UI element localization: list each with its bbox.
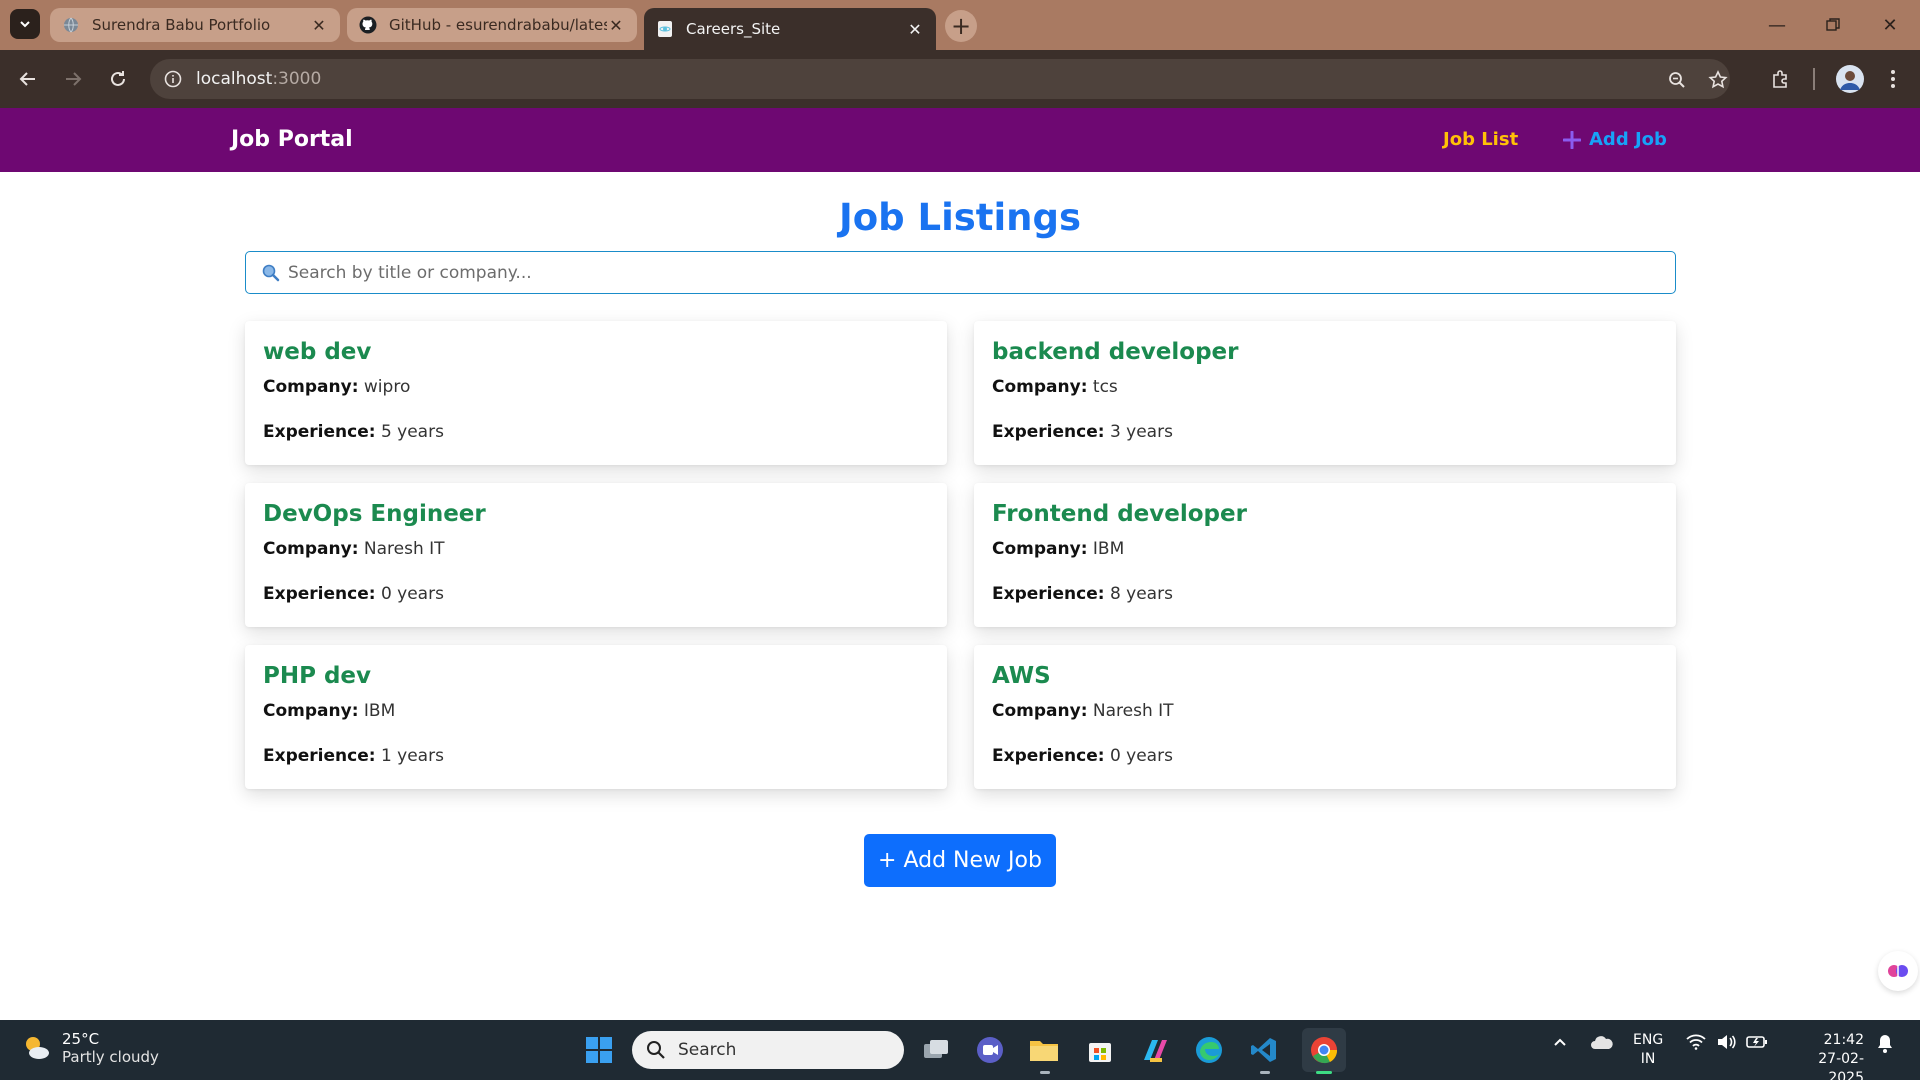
magnifier-icon [262, 264, 280, 282]
tab-careers-site[interactable]: Careers_Site ✕ [644, 8, 936, 50]
brand-logo-text[interactable]: Job Portal [231, 127, 353, 152]
job-card[interactable]: AWS Company: Naresh IT Experience: 0 yea… [974, 645, 1676, 789]
browser-toolbar: localhost:3000 [0, 50, 1920, 108]
volume-icon[interactable] [1716, 1034, 1736, 1050]
back-arrow-icon[interactable] [13, 64, 43, 94]
onedrive-cloud-icon[interactable] [1590, 1034, 1614, 1050]
close-icon[interactable]: ✕ [310, 16, 328, 35]
github-icon [359, 16, 377, 34]
vscode-icon[interactable] [1246, 1032, 1282, 1074]
job-card[interactable]: web dev Company: wipro Experience: 5 yea… [245, 321, 947, 465]
job-title[interactable]: DevOps Engineer [263, 501, 486, 527]
profile-avatar[interactable] [1833, 62, 1867, 96]
more-menu-icon[interactable] [1878, 64, 1908, 94]
job-card[interactable]: Frontend developer Company: IBM Experien… [974, 483, 1676, 627]
weather-temp: 25°C [62, 1030, 100, 1048]
close-window-icon[interactable]: ✕ [1870, 10, 1910, 40]
job-title[interactable]: PHP dev [263, 663, 371, 689]
running-indicator [1040, 1071, 1050, 1074]
edge-browser-icon[interactable] [1191, 1032, 1227, 1068]
microsoft-store-icon[interactable] [1082, 1032, 1118, 1068]
job-card[interactable]: backend developer Company: tcs Experienc… [974, 321, 1676, 465]
job-company: Company: Naresh IT [263, 539, 445, 559]
running-indicator [1260, 1071, 1270, 1074]
system-clock[interactable]: 21:42 27-02-2025 [1784, 1031, 1864, 1080]
job-title[interactable]: web dev [263, 339, 371, 365]
job-card[interactable]: PHP dev Company: IBM Experience: 1 years [245, 645, 947, 789]
active-indicator [1316, 1071, 1332, 1074]
minimize-icon[interactable]: — [1757, 10, 1797, 40]
toolbar-divider [1813, 68, 1815, 90]
weather-widget[interactable]: 25°C Partly cloudy [20, 1030, 159, 1066]
url-text[interactable]: localhost:3000 [196, 69, 321, 89]
taskbar-search-box[interactable]: Search [632, 1031, 904, 1069]
close-icon[interactable]: ✕ [607, 16, 625, 35]
add-new-job-button[interactable]: + Add New Job [864, 834, 1056, 887]
input-language-indicator[interactable]: ENG IN [1633, 1031, 1663, 1069]
new-tab-plus-icon[interactable]: + [945, 10, 977, 42]
react-page-icon [656, 20, 674, 38]
search-box[interactable] [245, 251, 1676, 294]
browser-tab-bar: Surendra Babu Portfolio ✕ GitHub - esure… [0, 0, 1920, 50]
clock-time: 21:42 [1823, 1032, 1864, 1048]
extensions-puzzle-icon[interactable] [1766, 64, 1796, 94]
chrome-icon[interactable] [1302, 1028, 1346, 1074]
job-company: Company: IBM [992, 539, 1125, 559]
close-icon[interactable]: ✕ [906, 20, 924, 39]
globe-icon [62, 16, 80, 34]
tab-search-chevron-icon[interactable] [10, 9, 40, 39]
page-title: Job Listings [838, 196, 1082, 239]
battery-charging-icon[interactable] [1746, 1034, 1768, 1050]
restore-icon[interactable] [1813, 10, 1853, 40]
job-company: Company: wipro [263, 377, 411, 397]
tab-title: Careers_Site [686, 20, 781, 38]
job-company: Company: Naresh IT [992, 701, 1174, 721]
job-experience: Experience: 1 years [263, 746, 444, 766]
job-company: Company: IBM [263, 701, 396, 721]
job-title[interactable]: backend developer [992, 339, 1239, 365]
job-experience: Experience: 3 years [992, 422, 1173, 442]
app-navbar: Job Portal Job List Add Job [0, 108, 1920, 172]
taskbar-search-label: Search [678, 1040, 737, 1060]
forward-arrow-icon[interactable] [58, 64, 88, 94]
address-bar[interactable]: localhost:3000 [150, 59, 1730, 99]
plus-icon [1563, 130, 1581, 149]
weather-condition: Partly cloudy [62, 1048, 159, 1066]
nav-job-list-link[interactable]: Job List [1443, 129, 1518, 150]
search-icon [647, 1041, 665, 1059]
file-explorer-icon[interactable] [1026, 1032, 1062, 1074]
start-windows-icon[interactable] [581, 1032, 617, 1068]
wifi-icon[interactable] [1686, 1034, 1706, 1050]
job-experience: Experience: 0 years [263, 584, 444, 604]
job-company: Company: tcs [992, 377, 1118, 397]
job-card[interactable]: DevOps Engineer Company: Naresh IT Exper… [245, 483, 947, 627]
tab-github[interactable]: GitHub - esurendrababu/latest ✕ [347, 8, 637, 42]
job-list-grid: web dev Company: wipro Experience: 5 yea… [245, 321, 1676, 789]
partly-cloudy-icon [26, 1037, 49, 1059]
copilot-icon[interactable] [1137, 1032, 1173, 1068]
nav-add-job-label: Add Job [1589, 129, 1667, 150]
bookmark-star-icon[interactable] [1706, 68, 1730, 92]
clock-date: 27-02-2025 [1818, 1051, 1864, 1080]
reload-icon[interactable] [103, 64, 133, 94]
tab-title: GitHub - esurendrababu/latest [389, 16, 607, 34]
zoom-icon[interactable] [1665, 68, 1689, 92]
task-view-icon[interactable] [918, 1032, 954, 1068]
tab-title: Surendra Babu Portfolio [92, 16, 271, 34]
job-experience: Experience: 0 years [992, 746, 1173, 766]
job-experience: Experience: 5 years [263, 422, 444, 442]
job-experience: Experience: 8 years [992, 584, 1173, 604]
nav-add-job-link[interactable]: Add Job [1563, 129, 1667, 150]
job-title[interactable]: Frontend developer [992, 501, 1247, 527]
site-info-icon[interactable] [162, 68, 184, 90]
job-title[interactable]: AWS [992, 663, 1051, 689]
taskbar: 25°C Partly cloudy Search ENG IN 21:42 2… [0, 1020, 1920, 1080]
teams-meet-icon[interactable] [972, 1032, 1008, 1068]
assistant-brain-icon[interactable] [1878, 951, 1918, 991]
notification-bell-icon[interactable] [1876, 1034, 1894, 1054]
show-hidden-icons-chevron-icon[interactable] [1552, 1034, 1568, 1050]
tab-portfolio[interactable]: Surendra Babu Portfolio ✕ [50, 8, 340, 42]
search-input[interactable] [288, 258, 1658, 288]
